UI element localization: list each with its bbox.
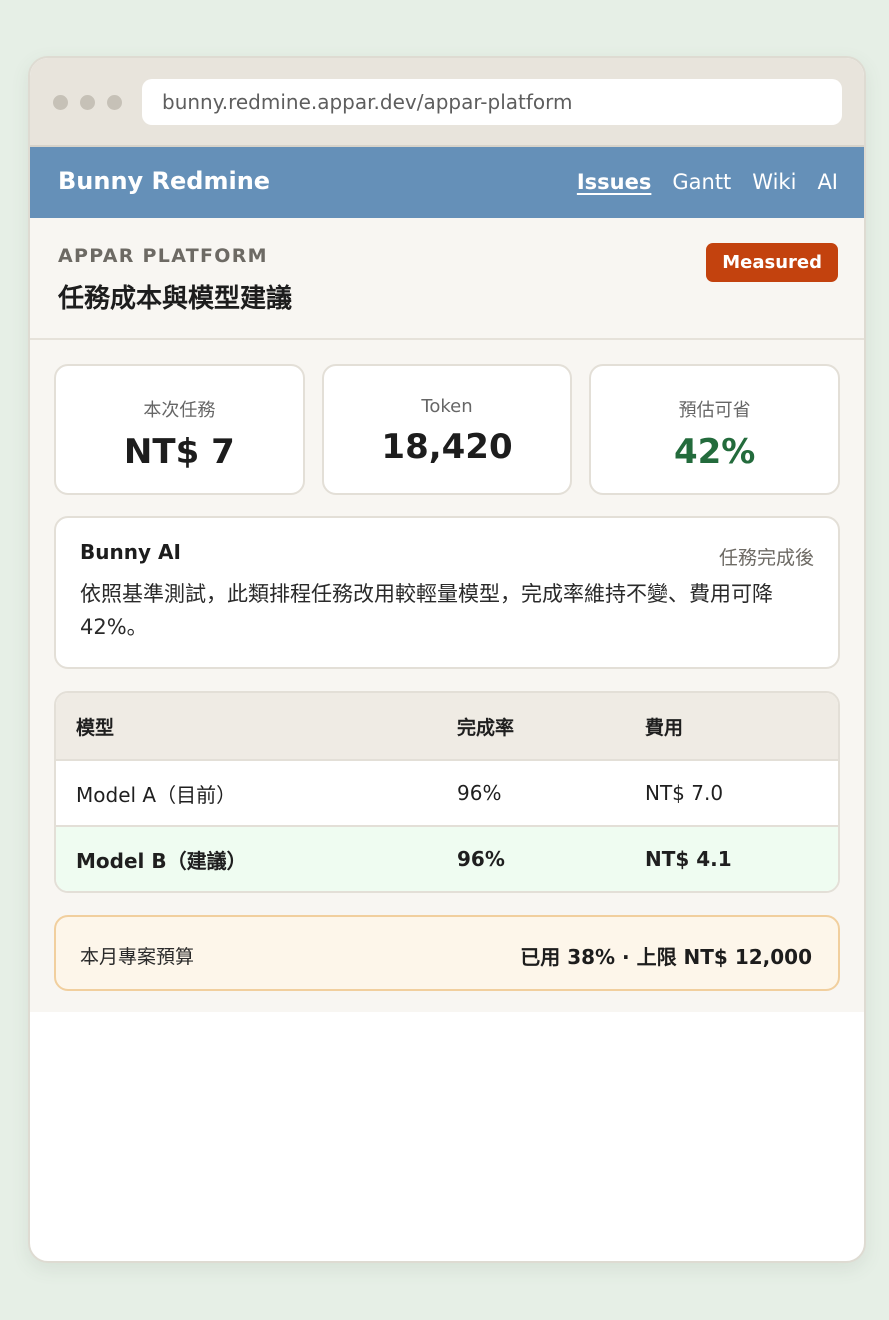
- column-header-model: 模型: [76, 716, 115, 739]
- page-title: 任務成本與模型建議: [58, 284, 293, 314]
- column-header-cost: 費用: [645, 716, 684, 739]
- table-cell-completion: 96%: [457, 847, 505, 871]
- budget-label: 本月專案預算: [80, 946, 195, 968]
- address-bar[interactable]: bunny.redmine.appar.dev/appar-platform: [142, 79, 842, 125]
- window-maximize-dot-icon[interactable]: [107, 95, 122, 110]
- table-header-row: 模型 完成率 費用: [56, 693, 838, 759]
- model-comparison-table: 模型 完成率 費用 Model A（目前） 96% NT$ 7.0 Model …: [54, 691, 840, 893]
- ai-suggestion-card: Bunny AI 任務完成後 依照基準測試，此類排程任務改用較輕量模型，完成率維…: [54, 516, 840, 669]
- nav-gantt[interactable]: Gantt: [672, 170, 731, 194]
- table-cell-completion: 96%: [457, 781, 502, 805]
- table-cell-cost: NT$ 4.1: [645, 847, 732, 871]
- budget-value: 已用 38% · 上限 NT$ 12,000: [520, 945, 812, 969]
- nav-ai[interactable]: AI: [817, 170, 838, 194]
- window-close-dot-icon[interactable]: [53, 95, 68, 110]
- stat-label: 預估可省: [678, 400, 751, 421]
- table-row-recommended[interactable]: Model B（建議） 96% NT$ 4.1: [56, 825, 838, 891]
- budget-summary: 本月專案預算 已用 38% · 上限 NT$ 12,000: [54, 915, 840, 991]
- app-title[interactable]: Bunny Redmine: [58, 167, 270, 195]
- project-header: APPAR PLATFORM 任務成本與模型建議 Measured: [30, 218, 864, 340]
- main-content: 本次任務 NT$ 7 Token 18,420 預估可省 42% Bunny A…: [30, 340, 864, 1012]
- main-nav: Issues Gantt Wiki AI: [577, 170, 838, 194]
- column-header-completion: 完成率: [457, 716, 515, 739]
- nav-wiki[interactable]: Wiki: [752, 170, 796, 194]
- table-row[interactable]: Model A（目前） 96% NT$ 7.0: [56, 759, 838, 825]
- window-minimize-dot-icon[interactable]: [80, 95, 95, 110]
- ai-status: 任務完成後: [718, 547, 814, 569]
- ai-name: Bunny AI: [80, 540, 181, 564]
- stats-row: 本次任務 NT$ 7 Token 18,420 預估可省 42%: [54, 364, 841, 495]
- status-badge: Measured: [706, 243, 838, 282]
- stat-label: Token: [421, 396, 473, 417]
- stat-card-token: Token 18,420: [321, 364, 573, 495]
- stat-card-task-cost: 本次任務 NT$ 7: [54, 364, 305, 495]
- browser-window: bunny.redmine.appar.dev/appar-platform B…: [28, 56, 866, 1263]
- table-cell-cost: NT$ 7.0: [645, 781, 724, 805]
- stat-value: 18,420: [381, 427, 513, 467]
- stat-label: 本次任務: [143, 400, 216, 421]
- stat-card-savings: 預估可省 42%: [589, 364, 841, 495]
- app-header: Bunny Redmine Issues Gantt Wiki AI: [30, 147, 864, 218]
- project-name: APPAR PLATFORM: [58, 245, 268, 267]
- ai-message: 依照基準測試，此類排程任務改用較輕量模型，完成率維持不變、費用可降 42%。: [80, 582, 773, 639]
- browser-toolbar: bunny.redmine.appar.dev/appar-platform: [30, 58, 864, 147]
- stat-value: NT$ 7: [123, 432, 235, 472]
- table-cell-model: Model B（建議）: [76, 848, 247, 873]
- table-cell-model: Model A（目前）: [76, 782, 237, 807]
- stat-value: 42%: [673, 432, 756, 472]
- nav-issues[interactable]: Issues: [577, 170, 652, 194]
